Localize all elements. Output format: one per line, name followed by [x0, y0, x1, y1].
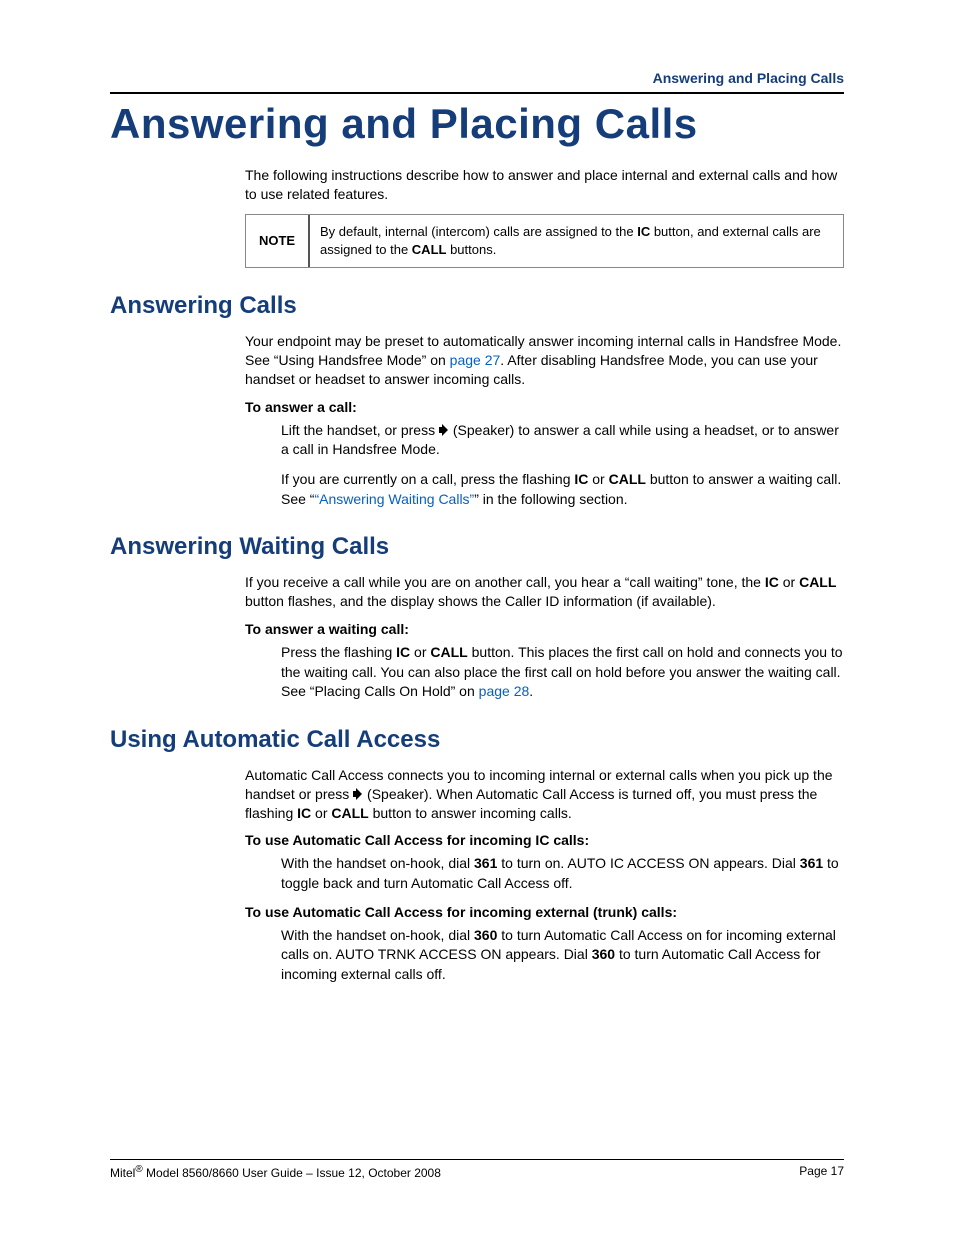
text: Lift the handset, or press [281, 422, 439, 438]
step: If you are currently on a call, press th… [281, 470, 844, 509]
link-page-27[interactable]: page 27 [450, 352, 501, 368]
subheading: To use Automatic Call Access for incomin… [245, 904, 844, 920]
dial-code: 361 [474, 855, 497, 871]
subheading: To answer a waiting call: [245, 621, 844, 637]
step: Lift the handset, or press (Speaker) to … [281, 421, 844, 460]
step: Press the flashing IC or CALL button. Th… [281, 643, 844, 702]
text: With the handset on-hook, dial [281, 927, 474, 943]
paragraph: If you receive a call while you are on a… [245, 573, 844, 611]
text: . [529, 683, 533, 699]
text: or [779, 574, 799, 590]
dial-code: 360 [474, 927, 497, 943]
page-footer: Mitel® Model 8560/8660 User Guide – Issu… [110, 1159, 844, 1180]
paragraph: Automatic Call Access connects you to in… [245, 766, 844, 823]
text: If you are currently on a call, press th… [281, 471, 574, 487]
note-label: NOTE [246, 215, 310, 267]
section-title-automatic-call-access: Using Automatic Call Access [110, 726, 844, 754]
text: to turn on. AUTO IC ACCESS ON appears. D… [497, 855, 799, 871]
ic-bold: IC [637, 224, 650, 239]
subheading: To use Automatic Call Access for incomin… [245, 832, 844, 848]
step: With the handset on-hook, dial 361 to tu… [281, 854, 844, 893]
intro-paragraph: The following instructions describe how … [245, 166, 844, 204]
ic-bold: IC [297, 805, 311, 821]
note-text: buttons. [446, 242, 496, 257]
section-automatic-call-access: Automatic Call Access connects you to in… [245, 766, 844, 985]
call-bold: CALL [609, 471, 646, 487]
note-content: By default, internal (intercom) calls ar… [310, 215, 843, 267]
note-box: NOTE By default, internal (intercom) cal… [245, 214, 844, 268]
text: If you receive a call while you are on a… [245, 574, 765, 590]
footer-page-number: Page 17 [799, 1164, 844, 1180]
brand-name: Mitel [110, 1166, 135, 1180]
section-title-answering-waiting-calls: Answering Waiting Calls [110, 533, 844, 561]
call-bold: CALL [430, 644, 467, 660]
text: With the handset on-hook, dial [281, 855, 474, 871]
text: button flashes, and the display shows th… [245, 593, 716, 609]
text: or [311, 805, 331, 821]
text: ” in the following section. [474, 491, 627, 507]
subheading: To answer a call: [245, 399, 844, 415]
speaker-icon [439, 424, 449, 436]
call-bold: CALL [412, 242, 447, 257]
section-title-answering-calls: Answering Calls [110, 292, 844, 320]
section-answering-calls: Your endpoint may be preset to automatic… [245, 332, 844, 509]
speaker-icon [353, 788, 363, 800]
chapter-title: Answering and Placing Calls [110, 100, 844, 148]
section-answering-waiting-calls: If you receive a call while you are on a… [245, 573, 844, 702]
text: button to answer incoming calls. [369, 805, 572, 821]
call-bold: CALL [331, 805, 368, 821]
call-bold: CALL [799, 574, 836, 590]
running-header: Answering and Placing Calls [110, 70, 844, 86]
footer-doc-title: Model 8560/8660 User Guide – Issue 12, O… [143, 1166, 441, 1180]
dial-code: 360 [592, 946, 615, 962]
dial-code: 361 [800, 855, 823, 871]
registered-mark: ® [135, 1164, 142, 1175]
link-page-28[interactable]: page 28 [479, 683, 530, 699]
footer-rule [110, 1159, 844, 1160]
text: or [588, 471, 608, 487]
step: With the handset on-hook, dial 360 to tu… [281, 926, 844, 985]
text: Press the flashing [281, 644, 396, 660]
text: or [410, 644, 430, 660]
page: Answering and Placing Calls Answering an… [0, 0, 954, 1235]
header-rule [110, 92, 844, 94]
intro-block: The following instructions describe how … [245, 166, 844, 268]
footer-left: Mitel® Model 8560/8660 User Guide – Issu… [110, 1164, 441, 1180]
note-text: By default, internal (intercom) calls ar… [320, 224, 637, 239]
ic-bold: IC [396, 644, 410, 660]
ic-bold: IC [765, 574, 779, 590]
paragraph: Your endpoint may be preset to automatic… [245, 332, 844, 389]
ic-bold: IC [574, 471, 588, 487]
link-answering-waiting-calls[interactable]: “Answering Waiting Calls” [314, 491, 474, 507]
